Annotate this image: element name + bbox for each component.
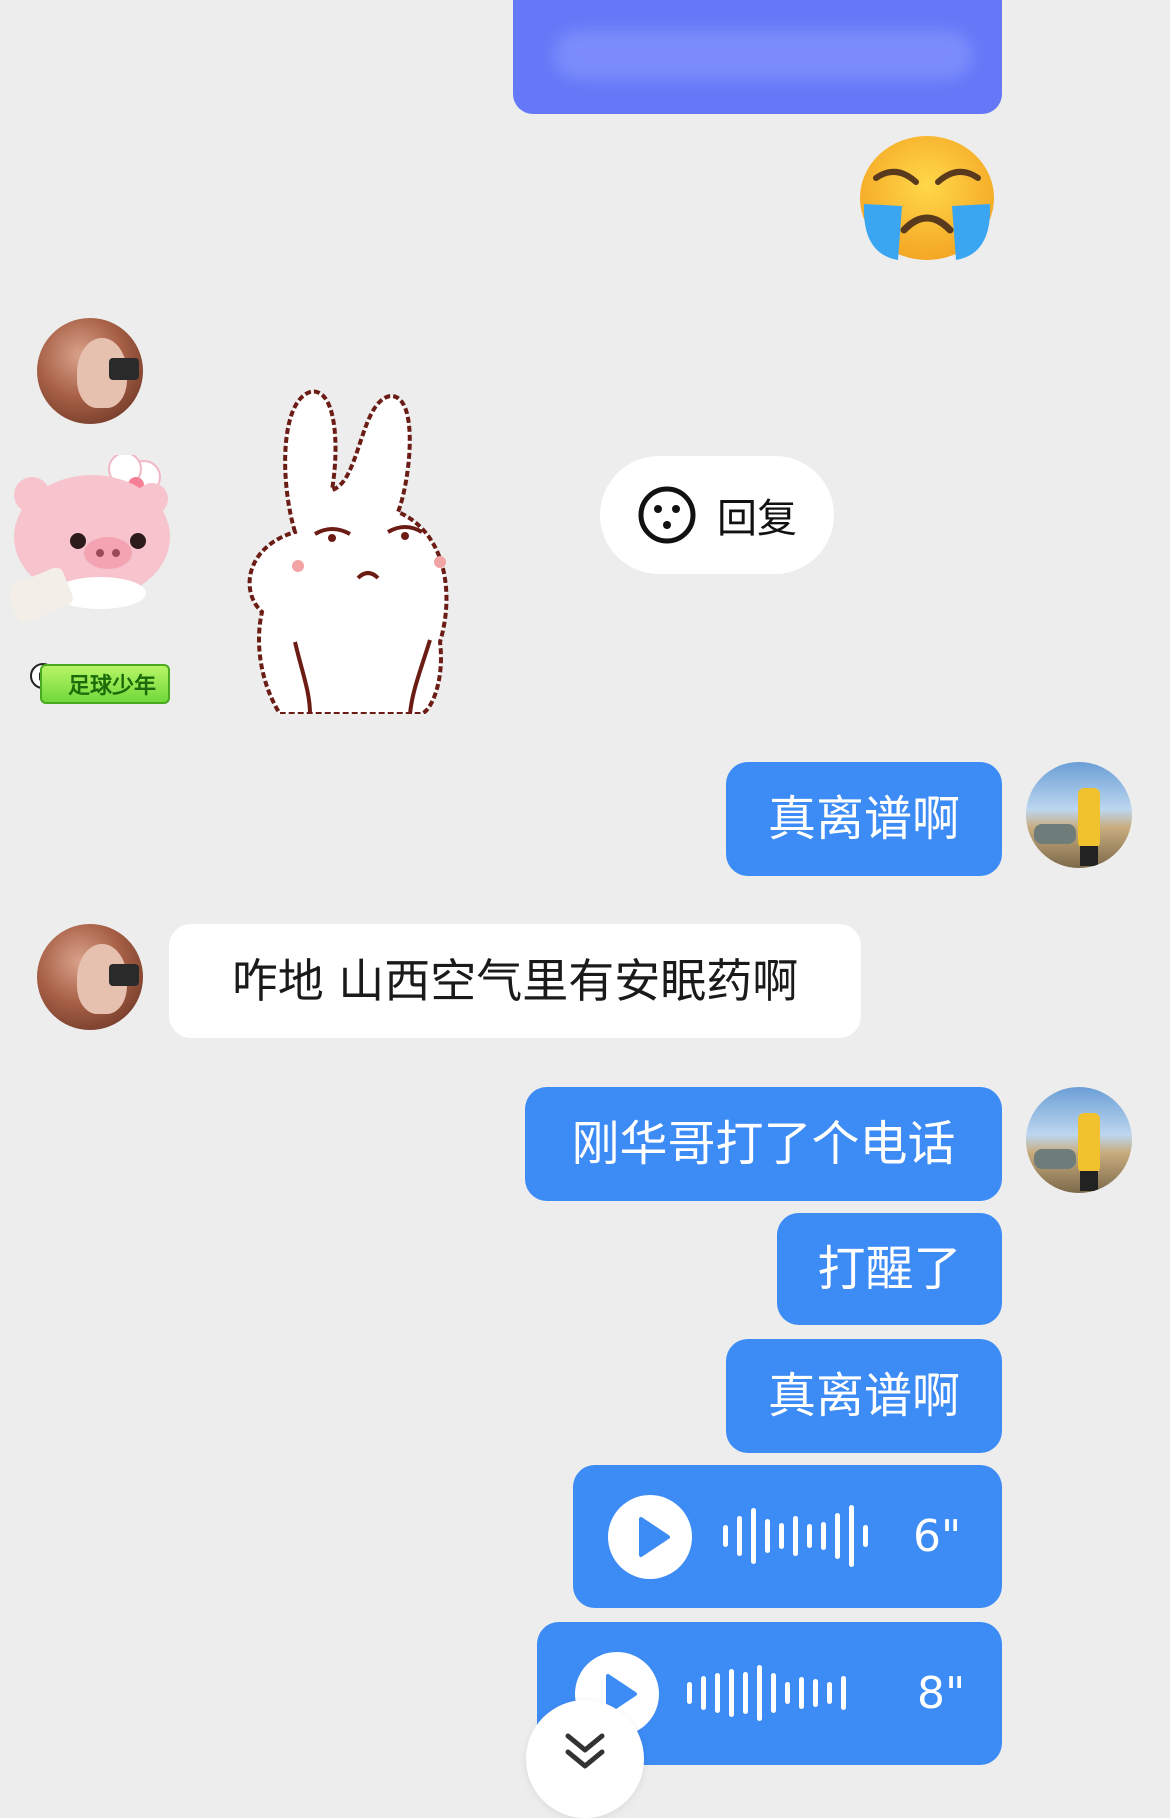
my-message-bubble[interactable]: 真离谱啊 xyxy=(726,1339,1002,1453)
scroll-to-bottom-button[interactable] xyxy=(526,1700,644,1818)
voice-message-bubble[interactable]: 6" xyxy=(573,1465,1002,1608)
message-text: 刚华哥打了个电话 xyxy=(571,1116,956,1172)
my-message-bubble[interactable]: 真离谱啊 xyxy=(726,762,1002,876)
my-message-bubble[interactable]: 刚华哥打了个电话 xyxy=(525,1087,1002,1201)
play-icon xyxy=(639,1517,670,1557)
play-button[interactable] xyxy=(608,1495,692,1579)
my-avatar[interactable] xyxy=(1026,1087,1132,1193)
waveform xyxy=(723,1503,868,1569)
my-message-bubble[interactable]: 打醒了 xyxy=(777,1213,1002,1325)
double-chevron-down-icon xyxy=(565,1733,605,1769)
voice-duration: 8" xyxy=(917,1668,966,1719)
smiley-reaction-icon xyxy=(637,485,697,545)
contact-avatar[interactable] xyxy=(37,924,143,1030)
rabbit-sticker[interactable] xyxy=(240,382,490,716)
pig-avatar-decoration xyxy=(7,452,180,635)
message-text: 真离谱啊 xyxy=(767,1368,960,1424)
reply-label: 回复 xyxy=(717,496,797,542)
reply-button[interactable]: 回复 xyxy=(600,456,834,574)
contact-message-bubble[interactable]: 咋地 山西空气里有安眠药啊 xyxy=(169,924,861,1038)
user-badge: 足球少年 xyxy=(40,664,170,704)
voice-duration: 6" xyxy=(913,1511,962,1562)
blurred-message-bubble[interactable] xyxy=(513,0,1002,114)
message-text: 真离谱啊 xyxy=(767,791,960,847)
message-text: 咋地 山西空气里有安眠药啊 xyxy=(231,954,799,1008)
my-avatar[interactable] xyxy=(1026,762,1132,868)
crying-emoji-icon xyxy=(858,134,996,262)
message-text: 打醒了 xyxy=(817,1241,962,1297)
badge-label: 足球少年 xyxy=(67,674,156,699)
contact-avatar[interactable] xyxy=(37,318,143,424)
waveform xyxy=(687,1660,846,1726)
